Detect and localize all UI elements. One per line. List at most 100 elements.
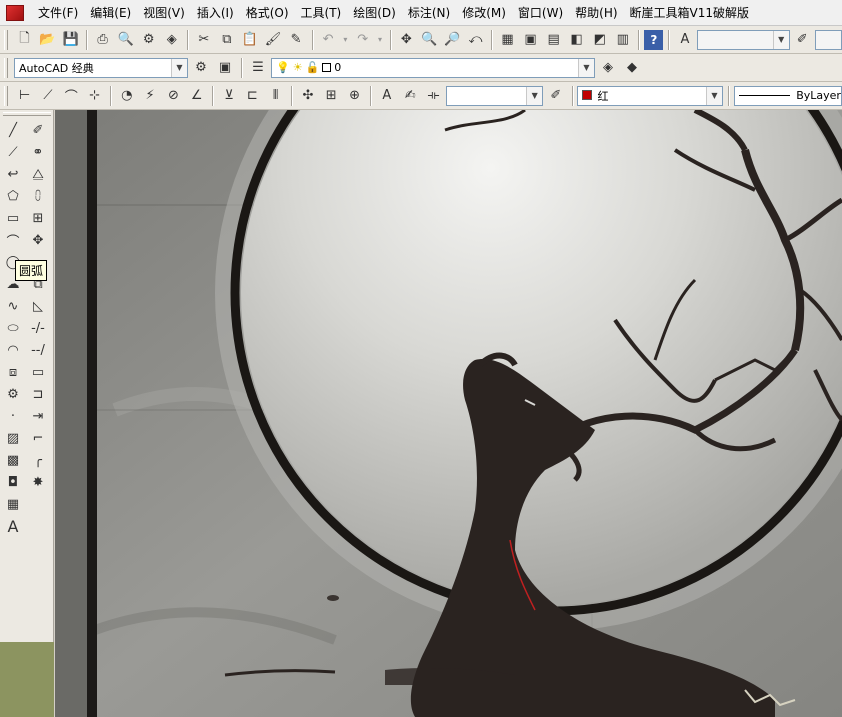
zoom-realtime-icon[interactable]: 🔍 xyxy=(419,29,440,51)
ordinate-dimension-icon[interactable]: ⊹ xyxy=(84,85,105,107)
dimension-style-combo[interactable] xyxy=(814,29,842,50)
chevron-down-icon[interactable]: ▼ xyxy=(171,58,187,77)
menu-modify[interactable]: 修改(M) xyxy=(456,0,512,26)
point-icon[interactable]: · xyxy=(2,406,24,426)
save-icon[interactable]: 💾 xyxy=(60,29,81,51)
color-combo[interactable]: 红 ▼ xyxy=(577,85,723,106)
menu-window[interactable]: 窗口(W) xyxy=(512,0,569,26)
match-properties-icon[interactable]: 🖌 xyxy=(262,29,283,51)
copy-object-icon[interactable]: ⚭ xyxy=(27,142,49,162)
arc-length-icon[interactable]: ⌒ xyxy=(61,85,82,107)
line-icon[interactable]: ╱ xyxy=(2,120,24,140)
menu-dimension[interactable]: 标注(N) xyxy=(402,0,456,26)
fillet-icon[interactable]: ╭ xyxy=(27,450,49,470)
dimension-style-manager-icon[interactable]: ✐ xyxy=(545,85,566,107)
menu-insert[interactable]: 插入(I) xyxy=(191,0,240,26)
chevron-down-icon[interactable]: ▼ xyxy=(578,58,594,77)
zoom-previous-icon[interactable]: ⤺ xyxy=(465,29,486,51)
trim-icon[interactable]: -/- xyxy=(27,318,49,338)
radius-dimension-icon[interactable]: ◔ xyxy=(116,85,137,107)
offset-icon[interactable]: ⩇ xyxy=(27,186,49,206)
gradient-icon[interactable]: ▩ xyxy=(2,450,24,470)
redo-dropdown-icon[interactable]: ▾ xyxy=(375,29,385,51)
construction-line-icon[interactable]: ⟋ xyxy=(2,142,24,162)
move-icon[interactable]: ✥ xyxy=(27,230,49,250)
toolbar-grip[interactable] xyxy=(3,112,51,116)
join-icon[interactable]: ⇥ xyxy=(27,406,49,426)
layer-previous-icon[interactable]: ◆ xyxy=(621,57,643,79)
workspace-settings-icon[interactable]: ⚙ xyxy=(190,57,212,79)
ellipse-arc-icon[interactable]: ◠ xyxy=(2,340,24,360)
menu-file[interactable]: 文件(F) xyxy=(32,0,84,26)
extend-icon[interactable]: --/ xyxy=(27,340,49,360)
workspace-save-icon[interactable]: ▣ xyxy=(214,57,236,79)
mirror-icon[interactable]: ⧋ xyxy=(27,164,49,184)
chevron-down-icon[interactable]: ▼ xyxy=(772,30,789,49)
hatch-icon[interactable]: ▨ xyxy=(2,428,24,448)
make-layer-current-icon[interactable]: ◈ xyxy=(597,57,619,79)
redo-icon[interactable]: ↷ xyxy=(352,29,373,51)
explode-icon[interactable]: ✸ xyxy=(27,472,49,492)
center-mark-icon[interactable]: ⊕ xyxy=(344,85,365,107)
publish-icon[interactable]: ⚙ xyxy=(138,29,159,51)
text-style-icon[interactable]: A xyxy=(674,29,695,51)
paste-icon[interactable]: 📋 xyxy=(239,29,260,51)
dimension-style-icon[interactable]: ✐ xyxy=(792,29,813,51)
menu-edit[interactable]: 编辑(E) xyxy=(84,0,137,26)
menu-draw[interactable]: 绘图(D) xyxy=(347,0,402,26)
drawing-canvas[interactable] xyxy=(55,110,842,717)
chamfer-icon[interactable]: ⌐ xyxy=(27,428,49,448)
undo-dropdown-icon[interactable]: ▾ xyxy=(341,29,351,51)
rectangle-icon[interactable]: ▭ xyxy=(2,208,24,228)
menu-tools[interactable]: 工具(T) xyxy=(295,0,348,26)
layer-combo[interactable]: 💡 ☀ 🔓 0 ▼ xyxy=(271,57,595,78)
break-icon[interactable]: ⊐ xyxy=(27,384,49,404)
menu-help[interactable]: 帮助(H) xyxy=(569,0,623,26)
erase-icon[interactable]: ✐ xyxy=(27,120,49,140)
angular-dimension-icon[interactable]: ∠ xyxy=(186,85,207,107)
copy-icon[interactable]: ⧉ xyxy=(216,29,237,51)
toolbar-grip[interactable] xyxy=(4,57,8,78)
dimension-edit-icon[interactable]: A xyxy=(376,85,397,107)
make-block-icon[interactable]: ⚙ xyxy=(2,384,24,404)
toolbar-grip[interactable] xyxy=(4,85,8,106)
spline-icon[interactable]: ∿ xyxy=(2,296,24,316)
table-icon[interactable]: ▦ xyxy=(2,494,24,514)
pan-icon[interactable]: ✥ xyxy=(396,29,417,51)
chevron-down-icon[interactable]: ▼ xyxy=(526,86,543,105)
stretch-icon[interactable]: ◺ xyxy=(27,296,49,316)
design-center-icon[interactable]: ▣ xyxy=(520,29,541,51)
polygon-icon[interactable]: ⬠ xyxy=(2,186,24,206)
multiline-text-button[interactable]: A xyxy=(2,516,24,536)
aligned-dimension-icon[interactable]: ⟋ xyxy=(37,85,58,107)
quick-dimension-icon[interactable]: ⊻ xyxy=(218,85,239,107)
zoom-window-icon[interactable]: 🔎 xyxy=(442,29,463,51)
linetype-combo[interactable]: ByLayer xyxy=(733,85,842,106)
markup-icon[interactable]: ◩ xyxy=(589,29,610,51)
dimension-style-select[interactable]: ▼ xyxy=(446,85,544,106)
menu-format[interactable]: 格式(O) xyxy=(240,0,295,26)
menu-toolbox[interactable]: 断崖工具箱V11破解版 xyxy=(624,0,755,26)
baseline-dimension-icon[interactable]: ⊏ xyxy=(242,85,263,107)
sheet-set-icon[interactable]: ◧ xyxy=(566,29,587,51)
continue-dimension-icon[interactable]: ⫴ xyxy=(265,85,286,107)
calculator-icon[interactable]: ▥ xyxy=(612,29,633,51)
open-file-icon[interactable]: 📂 xyxy=(37,29,58,51)
array-icon[interactable]: ⊞ xyxy=(27,208,49,228)
print-icon[interactable]: ⎙ xyxy=(92,29,113,51)
insert-block-icon[interactable]: ⧈ xyxy=(2,362,24,382)
menu-view[interactable]: 视图(V) xyxy=(137,0,191,26)
tolerance-icon[interactable]: ✣ xyxy=(297,85,318,107)
break-at-point-icon[interactable]: ▭ xyxy=(27,362,49,382)
chevron-down-icon[interactable]: ▼ xyxy=(706,86,722,105)
new-file-icon[interactable]: 🗋 xyxy=(14,29,35,51)
diameter-dimension-icon[interactable]: ⊘ xyxy=(163,85,184,107)
3d-dwf-icon[interactable]: ◈ xyxy=(161,29,182,51)
layer-manager-icon[interactable]: ☰ xyxy=(247,57,269,79)
tool-palettes-icon[interactable]: ▤ xyxy=(543,29,564,51)
linear-dimension-icon[interactable]: ⊢ xyxy=(14,85,35,107)
quick-leader-icon[interactable]: ⊞ xyxy=(321,85,342,107)
ellipse-icon[interactable]: ⬭ xyxy=(2,318,24,338)
help-icon[interactable]: ? xyxy=(644,29,664,50)
properties-icon[interactable]: ▦ xyxy=(497,29,518,51)
